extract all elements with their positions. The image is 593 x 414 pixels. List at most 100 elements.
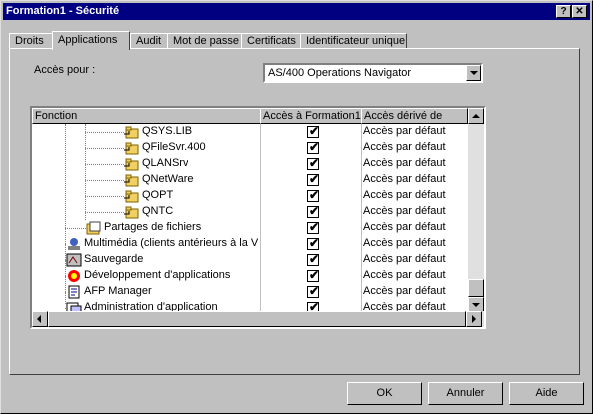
dialog-window: Formation1 - Sécurité ? ✕ Droits Applica… xyxy=(0,0,593,414)
function-name: AFP Manager xyxy=(84,285,152,297)
tree-branch xyxy=(65,228,86,229)
column-separator xyxy=(260,156,261,172)
column-separator xyxy=(361,236,362,252)
cancel-button[interactable]: Annuler xyxy=(428,382,503,405)
access-checkbox[interactable]: ✔ xyxy=(307,268,320,282)
table-row[interactable]: QNTC ✔ Accès par défaut xyxy=(32,204,466,220)
backup-icon xyxy=(66,253,82,267)
checkmark-icon: ✔ xyxy=(309,188,320,202)
column-header-acces[interactable]: Accès à Formation1 xyxy=(260,108,362,124)
access-checkbox[interactable]: ✔ xyxy=(307,284,320,298)
tree-branch xyxy=(85,180,124,181)
derived-access-text: Accès par défaut xyxy=(363,125,446,137)
access-checkbox[interactable]: ✔ xyxy=(307,204,320,218)
derived-access-text: Accès par défaut xyxy=(363,269,446,281)
column-header-fonction[interactable]: Fonction xyxy=(32,108,261,124)
access-checkbox[interactable]: ✔ xyxy=(307,124,320,138)
access-checkbox[interactable]: ✔ xyxy=(307,220,320,234)
checkmark-icon: ✔ xyxy=(309,156,320,170)
table-row[interactable]: QNetWare ✔ Accès par défaut xyxy=(32,172,466,188)
derived-access-text: Accès par défaut xyxy=(363,205,446,217)
arrow-down-icon xyxy=(472,303,480,307)
column-separator xyxy=(361,252,362,268)
column-separator xyxy=(361,268,362,284)
close-title-button[interactable]: ✕ xyxy=(572,5,587,18)
share-folder-icon xyxy=(124,189,140,203)
share-folder-icon xyxy=(124,125,140,139)
table-row[interactable]: QLANSrv ✔ Accès par défaut xyxy=(32,156,466,172)
arrow-up-icon xyxy=(472,114,480,118)
ok-button[interactable]: OK xyxy=(347,382,422,405)
tree-branch xyxy=(85,148,124,149)
derived-access-text: Accès par défaut xyxy=(363,253,446,265)
function-name: Multimédia (clients antérieurs à la V5 xyxy=(84,237,258,249)
table-row[interactable]: QSYS.LIB ✔ Accès par défaut xyxy=(32,124,466,140)
multimedia-icon xyxy=(66,237,82,251)
tab-identificateur-unique[interactable]: Identificateur unique xyxy=(300,33,407,49)
column-separator xyxy=(361,124,362,140)
access-checkbox[interactable]: ✔ xyxy=(307,252,319,266)
derived-access-text: Accès par défaut xyxy=(363,221,446,233)
column-separator xyxy=(260,268,261,284)
access-checkbox[interactable]: ✔ xyxy=(307,188,320,202)
access-checkbox[interactable]: ✔ xyxy=(307,140,320,154)
function-name: Partages de fichiers xyxy=(104,221,202,233)
tree-branch xyxy=(85,164,124,165)
function-table[interactable]: Fonction Accès à Formation1 Accès dérivé… xyxy=(30,106,486,329)
table-row[interactable]: AFP Manager ✔ Accès par défaut xyxy=(32,284,466,300)
table-row[interactable]: Partages de fichiers ✔ Accès par défaut xyxy=(32,220,466,236)
access-checkbox[interactable]: ✔ xyxy=(307,172,319,186)
tab-certificats[interactable]: Certificats xyxy=(241,33,301,49)
column-separator xyxy=(361,156,362,172)
access-checkbox[interactable]: ✔ xyxy=(307,236,320,250)
dropdown-arrow-button[interactable] xyxy=(466,65,481,81)
column-separator xyxy=(260,124,261,140)
file-shares-icon xyxy=(86,221,102,235)
checkmark-icon: ✔ xyxy=(309,220,320,234)
table-row[interactable]: Sauvegarde ✔ Accès par défaut xyxy=(32,252,466,268)
checkmark-icon: ✔ xyxy=(309,204,320,218)
column-separator xyxy=(361,172,362,188)
checkmark-icon: ✔ xyxy=(309,124,320,138)
column-separator xyxy=(260,220,261,236)
help-button[interactable]: Aide xyxy=(509,382,584,405)
tab-audit[interactable]: Audit xyxy=(130,33,168,49)
tab-droits[interactable]: Droits xyxy=(9,33,53,49)
tree-branch xyxy=(85,212,124,213)
horizontal-scroll-thumb[interactable] xyxy=(48,311,466,327)
column-separator xyxy=(361,220,362,236)
scroll-up-button[interactable] xyxy=(468,108,484,124)
development-icon xyxy=(66,269,82,283)
table-row[interactable]: Multimédia (clients antérieurs à la V5 ✔ A… xyxy=(32,236,466,252)
vertical-scrollbar[interactable] xyxy=(468,108,484,313)
tab-applications[interactable]: Applications xyxy=(52,31,130,50)
checkmark-icon: ✔ xyxy=(309,140,320,154)
checkmark-icon: ✔ xyxy=(309,236,320,250)
title-bar[interactable]: Formation1 - Sécurité ? ✕ xyxy=(3,3,590,20)
checkmark-icon: ✔ xyxy=(309,284,320,298)
table-row[interactable]: QFileSvr.400 ✔ Accès par défaut xyxy=(32,140,466,156)
column-separator xyxy=(361,284,362,300)
checkmark-icon: ✔ xyxy=(309,268,320,282)
table-row[interactable]: QOPT ✔ Accès par défaut xyxy=(32,188,466,204)
afp-icon xyxy=(66,285,82,299)
horizontal-scrollbar[interactable] xyxy=(32,311,484,327)
function-name: Sauvegarde xyxy=(84,253,144,265)
share-folder-icon xyxy=(124,173,140,187)
function-name: QNTC xyxy=(142,205,174,217)
scroll-right-button[interactable] xyxy=(466,311,482,327)
derived-access-text: Accès par défaut xyxy=(363,173,446,185)
derived-access-text: Accès par défaut xyxy=(363,189,446,201)
help-title-button[interactable]: ? xyxy=(556,5,571,18)
derived-access-text: Accès par défaut xyxy=(363,141,446,153)
access-dropdown[interactable]: AS/400 Operations Navigator xyxy=(263,63,483,83)
table-row[interactable]: Développement d'applications ✔ Accès par d… xyxy=(32,268,466,284)
tab-mot-de-passe[interactable]: Mot de passe xyxy=(167,33,242,49)
column-header-derive[interactable]: Accès dérivé de xyxy=(361,108,468,124)
window-title: Formation1 - Sécurité xyxy=(6,5,120,17)
share-folder-icon xyxy=(124,205,140,219)
column-separator xyxy=(260,252,261,268)
access-checkbox[interactable]: ✔ xyxy=(307,156,320,170)
scroll-thumb[interactable] xyxy=(468,279,484,297)
scroll-left-button[interactable] xyxy=(32,311,48,327)
